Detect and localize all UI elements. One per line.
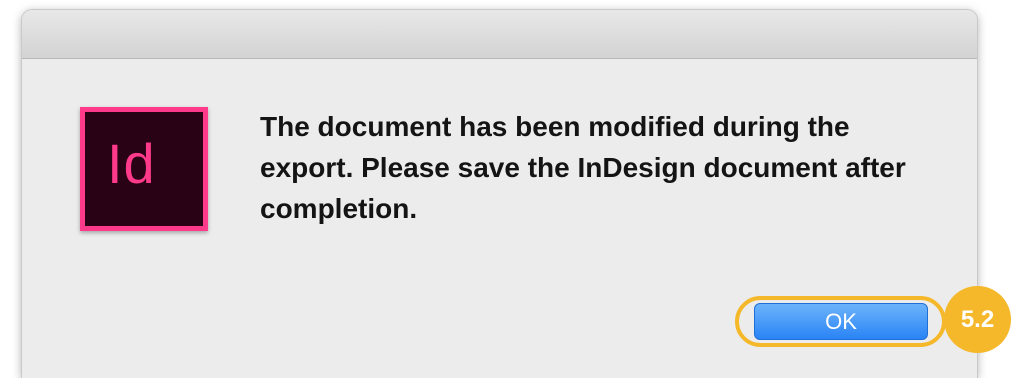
- alert-message: The document has been modified during th…: [260, 111, 906, 224]
- ok-button[interactable]: OK: [754, 303, 928, 340]
- step-badge: 5.2: [944, 286, 1011, 353]
- app-icon-label: Id: [107, 132, 156, 195]
- indesign-app-icon: Id: [80, 107, 208, 231]
- dialog-titlebar[interactable]: [22, 10, 977, 59]
